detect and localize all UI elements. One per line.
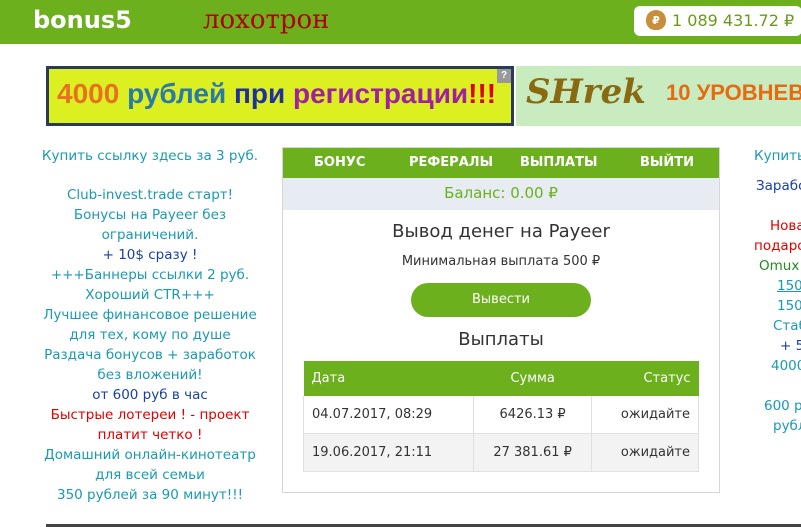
payouts-table: Дата Сумма Статус 04.07.2017, 08:29 6426… [303, 361, 699, 472]
money-bag-icon: ₽ [646, 10, 666, 30]
right-link-600[interactable]: 600 р [764, 396, 801, 416]
left-link-finance-2[interactable]: для тех, кому по душе [40, 325, 260, 345]
cell-date: 04.07.2017, 08:29 [303, 396, 474, 434]
left-link-cinema-3[interactable]: 350 рублей за 90 минут!!! [40, 485, 260, 505]
ad-info-icon[interactable]: ? [497, 69, 511, 83]
left-link-10usd[interactable]: + 10$ сразу ! [40, 245, 260, 265]
scam-label: лохотрон [203, 5, 330, 35]
left-link-giveaway-2[interactable]: без вложений! [40, 365, 260, 385]
left-link-buy[interactable]: Купить ссылку здесь за 3 руб. [40, 146, 260, 166]
right-link-omux[interactable]: Omux и [759, 256, 801, 276]
left-link-finance[interactable]: Лучшее финансовое решение [40, 305, 260, 325]
left-link-bonuses-2[interactable]: ограничений. [40, 225, 260, 245]
user-balance-pill[interactable]: ₽ 1 089 431.72 ₽ [634, 6, 801, 36]
left-spacer [40, 166, 260, 185]
shrek-logo: SHrek [526, 72, 646, 112]
left-link-cinema[interactable]: Домашний онлайн-кинотеатр [40, 445, 260, 465]
ad-banner-registration[interactable]: 4000 рублей при регистрации!!! ? [46, 66, 514, 126]
tab-referrals[interactable]: РЕФЕРАЛЫ [409, 155, 493, 170]
top-bar: bonus5 лохотрон ₽ 1 089 431.72 ₽ [0, 0, 801, 44]
left-ad-column: Купить ссылку здесь за 3 руб. Club-inves… [40, 146, 260, 505]
right-link-150a[interactable]: 150 [777, 276, 801, 296]
min-payout-text: Минимальная выплата 500 ₽ [401, 254, 601, 269]
left-link-bonuses[interactable]: Бонусы на Payeer без [40, 205, 260, 225]
left-link-600[interactable]: от 600 руб в час [40, 385, 260, 405]
banner-amount: 4000 [57, 78, 120, 109]
banner-exclaim: !!! [468, 78, 497, 109]
cell-status: ожидайте [591, 396, 699, 434]
cell-amount: 6426.13 ₽ [472, 396, 593, 434]
cell-amount: 27 381.61 ₽ [472, 433, 593, 472]
left-link-lottery-2[interactable]: платит четко ! [40, 425, 260, 445]
column-header-amount: Сумма [473, 361, 592, 396]
left-link-club-invest[interactable]: Club-invest.trade старт! [40, 185, 260, 205]
banner-word-at: при [226, 78, 286, 109]
cell-date: 19.06.2017, 21:11 [303, 433, 474, 472]
left-link-cinema-2[interactable]: для всей семьи [40, 465, 260, 485]
tab-payouts[interactable]: ВЫПЛАТЫ [520, 155, 597, 170]
payouts-title: Выплаты [458, 329, 544, 350]
right-link-150b[interactable]: 150 [777, 296, 801, 316]
account-balance: Баланс: 0.00 ₽ [283, 178, 719, 210]
tab-logout[interactable]: ВЫЙТИ [640, 155, 694, 170]
site-logo[interactable]: bonus5 [33, 6, 132, 34]
left-link-banners[interactable]: +++Баннеры ссылки 2 руб. [40, 265, 260, 285]
main-card: БОНУС РЕФЕРАЛЫ ВЫПЛАТЫ ВЫЙТИ Баланс: 0.0… [282, 147, 720, 493]
right-link-buy[interactable]: Купить [754, 146, 801, 166]
cell-status: ожидайте [591, 433, 699, 472]
banner-word-rubles: рублей [119, 78, 227, 109]
right-link-stable[interactable]: Стаб [773, 316, 801, 336]
left-link-lottery[interactable]: Быстрые лотереи ! - проект [40, 405, 260, 425]
user-balance-value: 1 089 431.72 ₽ [672, 11, 795, 30]
column-header-status: Статус [591, 361, 699, 396]
table-header-row: Дата Сумма Статус [303, 361, 699, 396]
left-link-giveaway[interactable]: Раздача бонусов + заработок [40, 345, 260, 365]
banner-word-registration: регистрации [285, 78, 469, 109]
tab-bonus[interactable]: БОНУС [314, 155, 365, 170]
main-nav: БОНУС РЕФЕРАЛЫ ВЫПЛАТЫ ВЫЙТИ [283, 148, 719, 178]
withdraw-button[interactable]: Вывести [411, 283, 591, 317]
ad-banner-shrek[interactable]: SHrek 10 УРОВНЕВАЯ П [516, 66, 801, 126]
right-link-new[interactable]: Нова [770, 216, 801, 236]
right-link-4000[interactable]: 4000 [771, 356, 801, 376]
table-row: 04.07.2017, 08:29 6426.13 ₽ ожидайте [303, 396, 699, 434]
right-link-rub[interactable]: рубл [773, 416, 801, 436]
right-link-earn[interactable]: Зарабо [756, 176, 801, 196]
withdraw-title: Вывод денег на Payeer [392, 221, 610, 242]
left-link-ctr[interactable]: Хороший CTR+++ [40, 285, 260, 305]
shrek-banner-text: 10 УРОВНЕВАЯ П [666, 80, 801, 105]
right-link-plus5[interactable]: + 5 [780, 336, 801, 356]
right-link-gift[interactable]: подаро [754, 236, 801, 256]
table-row: 19.06.2017, 21:11 27 381.61 ₽ ожидайте [303, 433, 699, 472]
column-header-date: Дата [303, 361, 474, 396]
